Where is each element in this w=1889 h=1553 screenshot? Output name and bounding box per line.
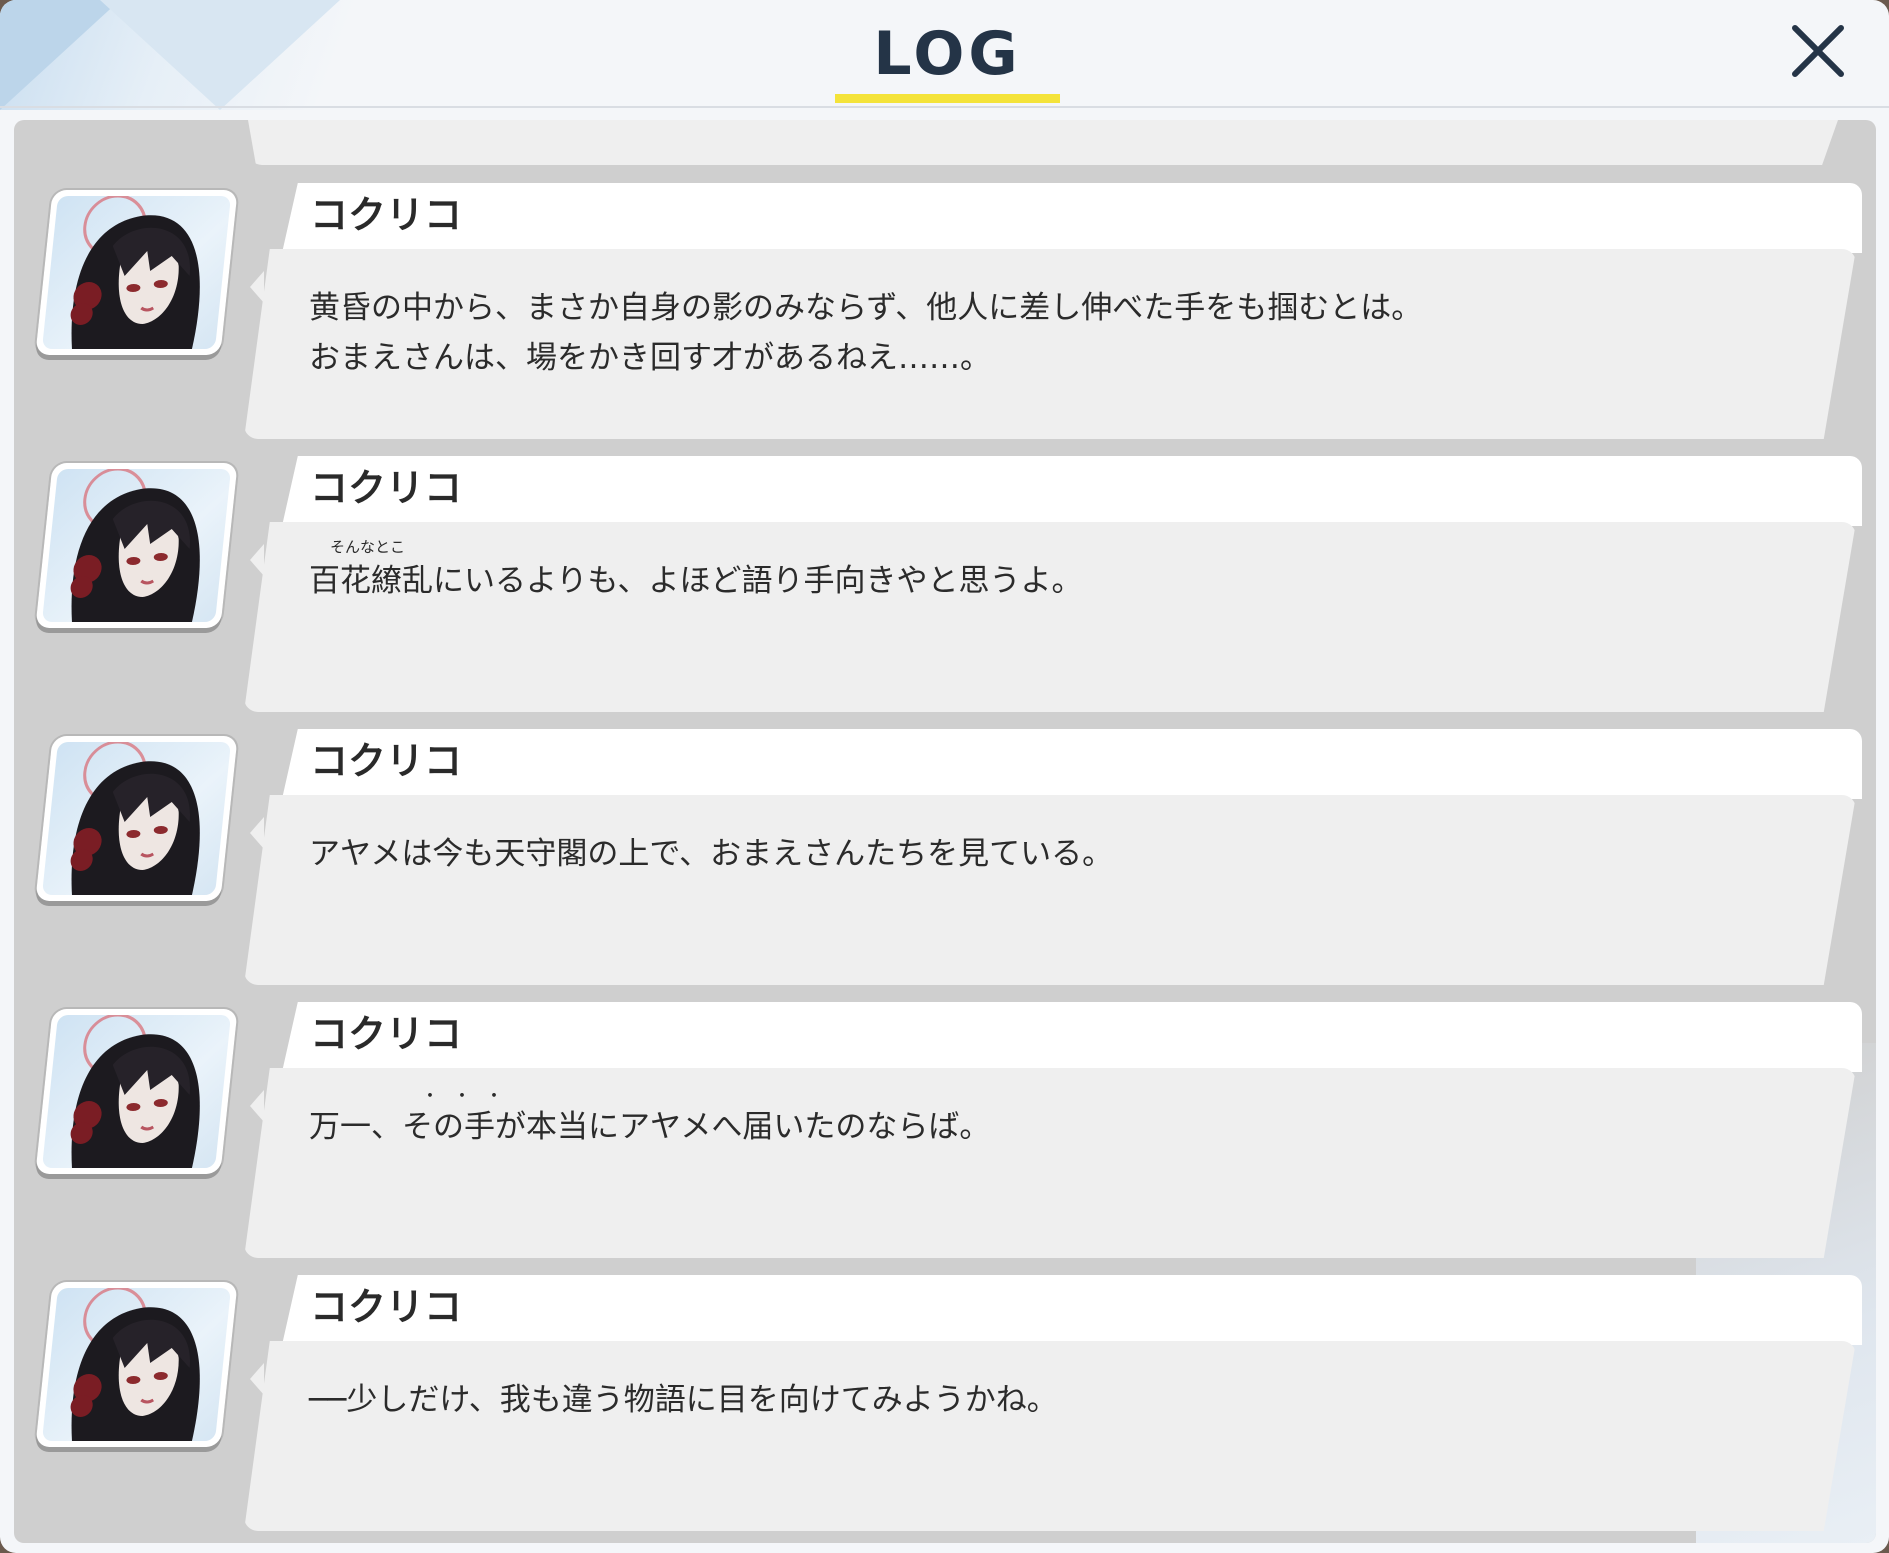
- avatar: [35, 190, 238, 355]
- dialogue-text: 黄昏の中から、まさか自身の影のみならず、他人に差し伸べた手をも掴むとは。 おまえ…: [309, 290, 1423, 376]
- character-portrait: [70, 196, 200, 349]
- character-portrait: [70, 1015, 200, 1168]
- speech-tail: [250, 544, 264, 576]
- speech-tail: [250, 817, 264, 849]
- previous-entry-partial: [248, 120, 1838, 165]
- speaker-box: [282, 1275, 1862, 1345]
- avatar: [35, 736, 238, 901]
- dialogue-text: ──少しだけ、我も違う物語に目を向けてみようかね。: [309, 1382, 1058, 1418]
- log-window: LOG コクリコ 黄昏の中から、まさか自身の影のみならず、他人に差し伸べた手をも…: [0, 0, 1889, 1553]
- dialogue-box: [244, 522, 1856, 712]
- speaker-name: コクリコ: [310, 1285, 463, 1329]
- close-button[interactable]: [1785, 18, 1851, 84]
- speaker-box: [282, 1002, 1862, 1072]
- dialogue-text: アヤメは今も天守閣の上で、おまえさんたちを見ている。: [309, 836, 1114, 872]
- log-entry: コクリコ 黄昏の中から、まさか自身の影のみならず、他人に差し伸べた手をも掴むとは…: [14, 183, 1876, 445]
- close-icon: [1792, 25, 1844, 77]
- header-bar: LOG: [0, 0, 1889, 108]
- dialogue-box: [244, 795, 1856, 985]
- speaker-box: [282, 456, 1862, 526]
- log-list[interactable]: コクリコ 黄昏の中から、まさか自身の影のみならず、他人に差し伸べた手をも掴むとは…: [14, 120, 1876, 1543]
- speaker-name: コクリコ: [310, 1012, 463, 1056]
- log-entry: コクリコ アヤメは今も天守閣の上で、おまえさんたちを見ている。: [14, 729, 1876, 991]
- character-portrait: [70, 742, 200, 895]
- avatar: [35, 463, 238, 628]
- log-entry: コクリコ ──少しだけ、我も違う物語に目を向けてみようかね。: [14, 1275, 1876, 1537]
- log-entry: コクリコ そんなとこ 百花繚乱にいるよりも、よほど語り手向きやと思うよ。: [14, 456, 1876, 718]
- speaker-name: コクリコ: [310, 739, 463, 783]
- character-portrait: [70, 1288, 200, 1441]
- dialogue-text: 百花繚乱にいるよりも、よほど語り手向きやと思うよ。: [309, 563, 1083, 599]
- furigana: そんなとこ: [330, 538, 406, 556]
- speaker-box: [282, 729, 1862, 799]
- speech-tail: [250, 1363, 264, 1395]
- dialogue-box: [244, 1341, 1856, 1531]
- avatar: [35, 1009, 238, 1174]
- avatar: [35, 1282, 238, 1447]
- speaker-box: [282, 183, 1862, 253]
- title-underline: [835, 94, 1060, 103]
- log-entry: コクリコ ・・・ 万一、その手が本当にアヤメへ届いたのならば。: [14, 1002, 1876, 1264]
- speech-tail: [250, 1090, 264, 1122]
- character-portrait: [70, 469, 200, 622]
- speech-tail: [250, 271, 264, 303]
- speaker-name: コクリコ: [310, 466, 463, 510]
- page-title: LOG: [873, 19, 1022, 89]
- dialogue-text: 万一、その手が本当にアヤメへ届いたのならば。: [309, 1109, 991, 1145]
- speaker-name: コクリコ: [310, 193, 463, 237]
